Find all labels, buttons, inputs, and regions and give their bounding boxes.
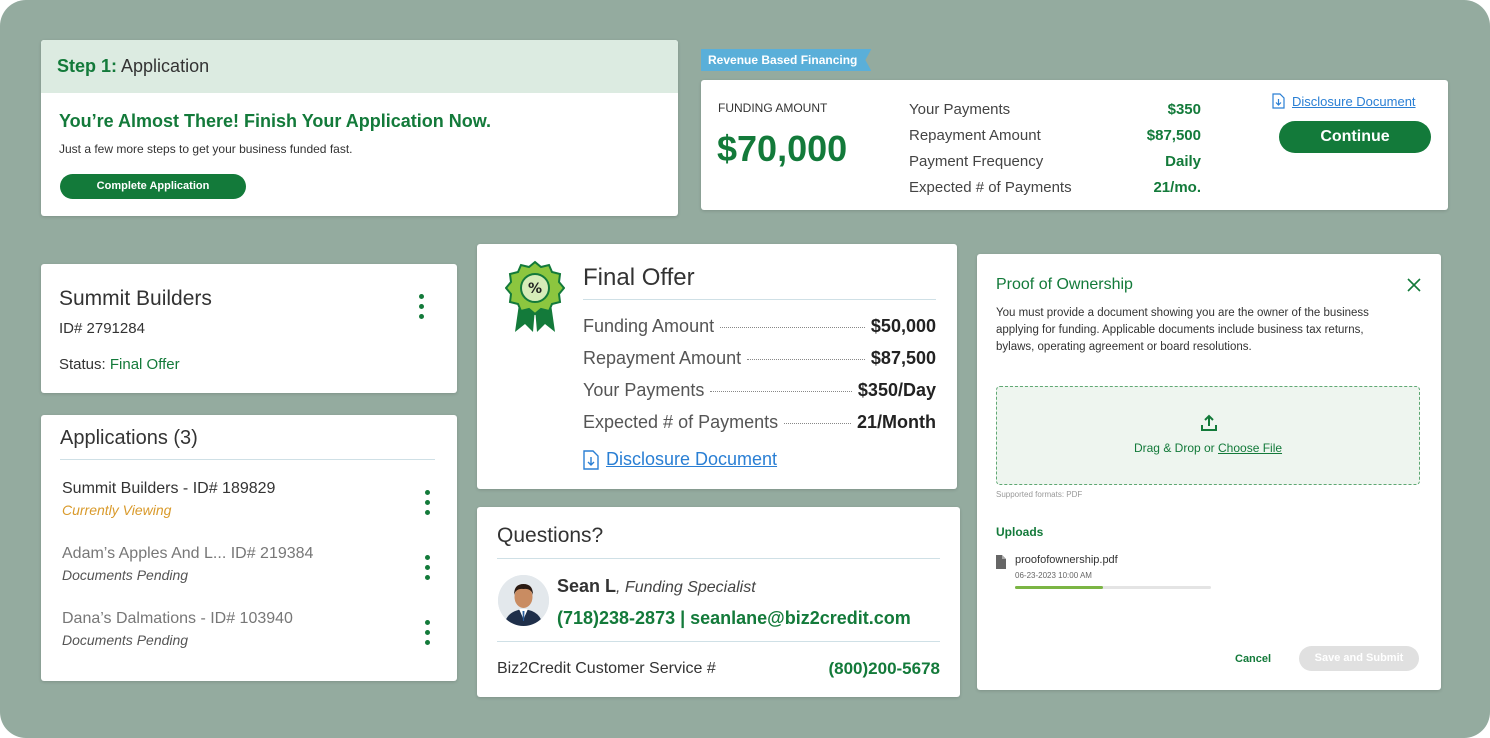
status-value: Final Offer	[109, 356, 180, 373]
offer-value: 21/Month	[857, 412, 936, 432]
final-disclosure-link[interactable]: Disclosure Document	[606, 449, 777, 470]
rbf-row-repayment: Repayment Amount $87,500	[909, 127, 1201, 144]
specialist-contact[interactable]: (718)238-2873 | seanlane@biz2credit.com	[557, 608, 911, 629]
more-options-icon[interactable]	[419, 294, 425, 322]
offer-value: $350/Day	[857, 380, 936, 400]
svg-text:%: %	[528, 281, 542, 297]
divider	[497, 641, 940, 642]
offer-row: Expected # of Payments 21/Month	[583, 412, 936, 433]
choose-file-link[interactable]: Choose File	[1218, 441, 1282, 455]
continue-button[interactable]: Continue	[1279, 121, 1431, 153]
save-and-submit-button[interactable]: Save and Submit	[1299, 646, 1419, 671]
divider	[497, 558, 940, 559]
avatar	[498, 575, 549, 626]
application-name: Dana’s Dalmations - ID# 103940	[62, 610, 293, 627]
divider	[60, 459, 435, 460]
rbf-row-label: Expected # of Payments	[909, 179, 1072, 196]
business-name: Summit Builders	[59, 287, 212, 310]
rbf-row-value: $350	[1167, 101, 1201, 118]
upload-progress-bar	[1015, 586, 1211, 589]
rbf-row-label: Repayment Amount	[909, 127, 1041, 144]
application-name: Adam’s Apples And L... ID# 219384	[62, 545, 314, 562]
funding-amount-value: $70,000	[717, 128, 848, 169]
step1-title: You’re Almost There! Finish Your Applica…	[59, 111, 492, 131]
file-dropzone[interactable]: Drag & Drop or Choose File	[996, 386, 1420, 485]
drop-label: Drag & Drop or	[1133, 441, 1218, 455]
specialist-name: Sean L, Funding Specialist	[557, 576, 756, 597]
rbf-card: FUNDING AMOUNT $70,000 Your Payments $35…	[701, 80, 1448, 210]
upload-icon	[1201, 414, 1217, 431]
proof-of-ownership-dialog: Proof of Ownership You must provide a do…	[977, 254, 1441, 690]
rbf-disclosure-link[interactable]: Disclosure Document	[1292, 94, 1416, 109]
application-item[interactable]: Dana’s Dalmations - ID# 103940 Documents…	[62, 610, 442, 648]
rbf-tag: Revenue Based Financing	[701, 49, 871, 71]
dialog-title: Proof of Ownership	[996, 276, 1133, 293]
offer-row: Repayment Amount $87,500	[583, 348, 936, 369]
rbf-row-value: Daily	[1165, 153, 1201, 170]
offer-value: $50,000	[870, 316, 936, 336]
cancel-button[interactable]: Cancel	[1235, 653, 1271, 665]
more-options-icon[interactable]	[425, 620, 431, 648]
status-label: Status:	[59, 356, 106, 373]
rbf-row-payments: Your Payments $350	[909, 101, 1201, 118]
more-options-icon[interactable]	[425, 555, 431, 583]
funding-amount-label: FUNDING AMOUNT	[718, 101, 828, 115]
step1-header: Step 1: Application	[41, 40, 678, 93]
percent-badge-icon: %	[505, 260, 565, 332]
offer-label: Funding Amount	[583, 316, 715, 336]
final-offer-card: % Final Offer Funding Amount $50,000 Rep…	[477, 244, 957, 489]
customer-service-number[interactable]: (800)200-5678	[828, 659, 940, 679]
final-offer-title: Final Offer	[583, 264, 695, 291]
dialog-description: You must provide a document showing you …	[996, 307, 1369, 353]
step1-card: Step 1: Application You’re Almost There!…	[41, 40, 678, 216]
applications-card: Applications (3) Summit Builders - ID# 1…	[41, 415, 457, 681]
document-download-icon	[1272, 93, 1285, 109]
step-name: Application	[121, 56, 210, 76]
rbf-row-expected: Expected # of Payments 21/mo.	[909, 179, 1201, 196]
step1-subtitle: Just a few more steps to get your busine…	[59, 142, 353, 156]
divider	[583, 299, 936, 300]
business-id: ID# 2791284	[59, 320, 145, 337]
questions-title: Questions?	[497, 524, 604, 547]
offer-label: Your Payments	[583, 380, 705, 400]
rbf-row-label: Payment Frequency	[909, 153, 1044, 170]
rbf-row-frequency: Payment Frequency Daily	[909, 153, 1201, 170]
offer-label: Expected # of Payments	[583, 412, 779, 432]
offer-label: Repayment Amount	[583, 348, 742, 368]
offer-value: $87,500	[870, 348, 936, 368]
rbf-row-value: $87,500	[1146, 127, 1201, 144]
business-card: Summit Builders ID# 2791284 Status: Fina…	[41, 264, 457, 393]
business-status: Status: Final Offer	[59, 356, 180, 373]
close-icon[interactable]	[1405, 276, 1423, 294]
supported-formats: Supported formats: PDF	[996, 490, 1083, 499]
dropzone-text: Drag & Drop or Choose File	[997, 441, 1419, 455]
application-status: Documents Pending	[62, 632, 189, 648]
specialist-first-name: Sean L	[557, 576, 617, 596]
rbf-row-label: Your Payments	[909, 101, 1011, 118]
uploads-label: Uploads	[996, 525, 1044, 539]
uploaded-file-date: 06-23-2023 10:00 AM	[1015, 571, 1092, 580]
application-item[interactable]: Summit Builders - ID# 189829 Currently V…	[62, 480, 442, 518]
offer-row: Funding Amount $50,000	[583, 316, 936, 337]
step-label: Step 1:	[57, 56, 118, 76]
application-item[interactable]: Adam’s Apples And L... ID# 219384 Docume…	[62, 545, 442, 583]
customer-service-label: Biz2Credit Customer Service #	[497, 660, 716, 677]
uploaded-file-name: proofofownership.pdf	[1015, 554, 1118, 566]
application-status: Currently Viewing	[62, 502, 172, 518]
specialist-role: , Funding Specialist	[616, 579, 756, 596]
upload-progress-fill	[1015, 586, 1104, 589]
application-name: Summit Builders - ID# 189829	[62, 480, 276, 497]
offer-row: Your Payments $350/Day	[583, 380, 936, 401]
questions-card: Questions? Sean L, Funding Specialist (7…	[477, 507, 960, 697]
applications-title: Applications (3)	[60, 427, 198, 449]
complete-application-button[interactable]: Complete Application	[60, 174, 246, 199]
rbf-row-value: 21/mo.	[1153, 179, 1201, 196]
more-options-icon[interactable]	[425, 490, 431, 518]
file-icon	[996, 555, 1006, 569]
document-download-icon	[583, 450, 599, 470]
application-status: Documents Pending	[62, 567, 189, 583]
